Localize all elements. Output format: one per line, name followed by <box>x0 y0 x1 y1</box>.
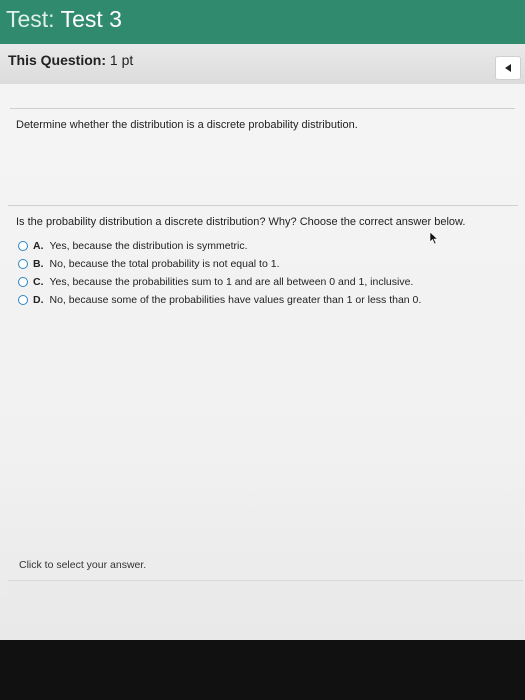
test-header: Test: Test 3 <box>0 0 525 44</box>
screen-bezel-bottom <box>0 640 525 700</box>
collapse-button[interactable] <box>495 56 521 80</box>
option-d-letter: D. <box>33 294 44 306</box>
option-c-letter: C. <box>33 276 44 288</box>
option-b[interactable]: B. No, because the total probability is … <box>18 255 421 273</box>
question-info-bar: This Question: 1 pt <box>0 44 525 85</box>
option-d-text: No, because some of the probabilities ha… <box>49 294 422 306</box>
radio-c[interactable] <box>18 277 28 287</box>
question-points-value: 1 pt <box>109 52 134 68</box>
option-a-text: Yes, because the distribution is symmetr… <box>49 240 248 252</box>
option-a[interactable]: A. Yes, because the distribution is symm… <box>18 237 421 255</box>
test-title: Test: Test 3 <box>6 6 122 33</box>
option-b-text: No, because the total probability is not… <box>49 258 280 270</box>
chevron-left-icon <box>505 64 511 72</box>
divider <box>8 205 518 206</box>
question-prompt: Is the probability distribution a discre… <box>16 216 466 228</box>
bottom-band <box>8 580 523 611</box>
answer-options: A. Yes, because the distribution is symm… <box>18 237 421 309</box>
option-c-text: Yes, because the probabilities sum to 1 … <box>49 276 414 288</box>
select-answer-hint: Click to select your answer. <box>19 559 147 571</box>
test-title-name: Test 3 <box>60 6 122 32</box>
option-d[interactable]: D. No, because some of the probabilities… <box>18 291 421 309</box>
option-b-letter: B. <box>33 258 44 270</box>
question-points-label: This Question: <box>8 52 106 68</box>
option-c[interactable]: C. Yes, because the probabilities sum to… <box>18 273 421 291</box>
test-title-label: Test: <box>6 6 55 32</box>
question-stem: Determine whether the distribution is a … <box>16 119 358 131</box>
radio-b[interactable] <box>18 259 28 269</box>
radio-a[interactable] <box>18 241 28 251</box>
mouse-pointer-icon <box>429 231 439 245</box>
radio-d[interactable] <box>18 295 28 305</box>
option-a-letter: A. <box>33 240 44 252</box>
question-points: This Question: 1 pt <box>8 52 133 68</box>
